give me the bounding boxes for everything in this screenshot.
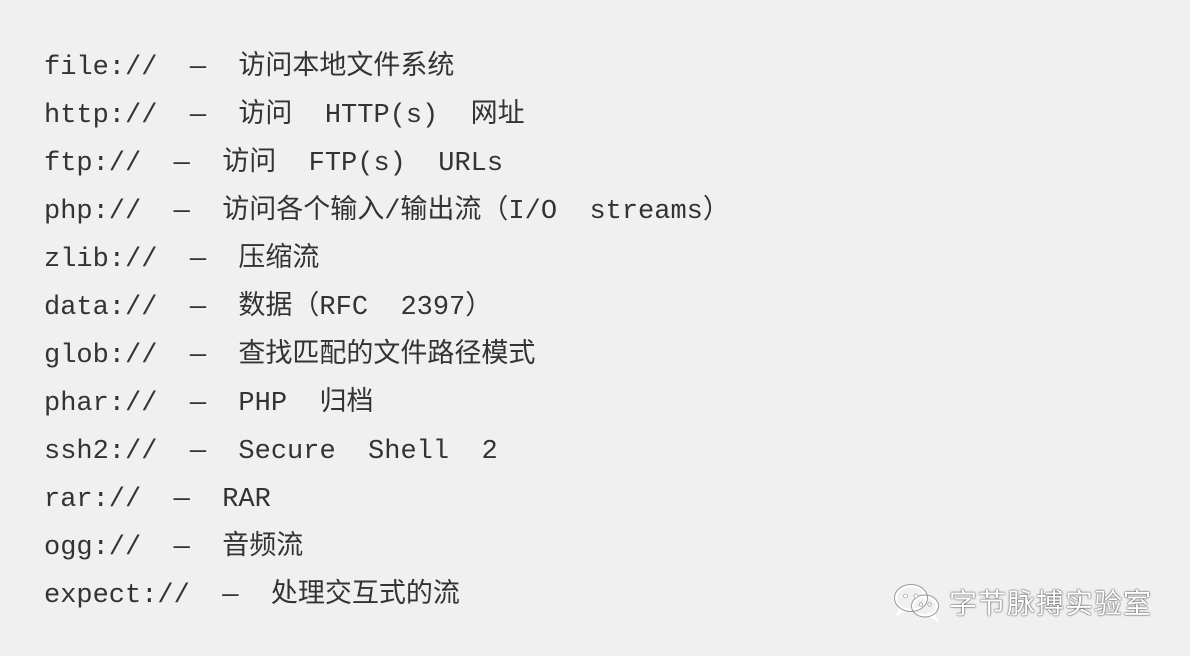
wrapper-row-ftp: ftp:// — 访问 FTP(s) URLs [44,149,504,179]
wrapper-row-data: data:// — 数据（RFC 2397） [44,293,493,323]
wrapper-row-glob: glob:// — 查找匹配的文件路径模式 [44,341,536,371]
wrapper-row-file: file:// — 访问本地文件系统 [44,53,455,83]
wrapper-row-phar: phar:// — PHP 归档 [44,389,374,419]
wrapper-row-ogg: ogg:// — 音频流 [44,533,304,563]
wrapper-row-zlib: zlib:// — 压缩流 [44,245,320,275]
watermark-text: 字节脉搏实验室 [948,587,1152,620]
wrapper-row-expect: expect:// — 处理交互式的流 [44,581,460,611]
wechat-icon [893,584,939,622]
wrapper-list: file:// — 访问本地文件系统 http:// — 访问 HTTP(s) … [44,44,730,620]
wrapper-row-ssh2: ssh2:// — Secure Shell 2 [44,437,498,467]
wrapper-row-rar: rar:// — RAR [44,485,271,515]
watermark: 字节脉搏实验室 [893,582,1152,622]
wrapper-row-php: php:// — 访问各个输入/输出流（I/O streams） [44,197,730,227]
wrapper-row-http: http:// — 访问 HTTP(s) 网址 [44,101,525,131]
